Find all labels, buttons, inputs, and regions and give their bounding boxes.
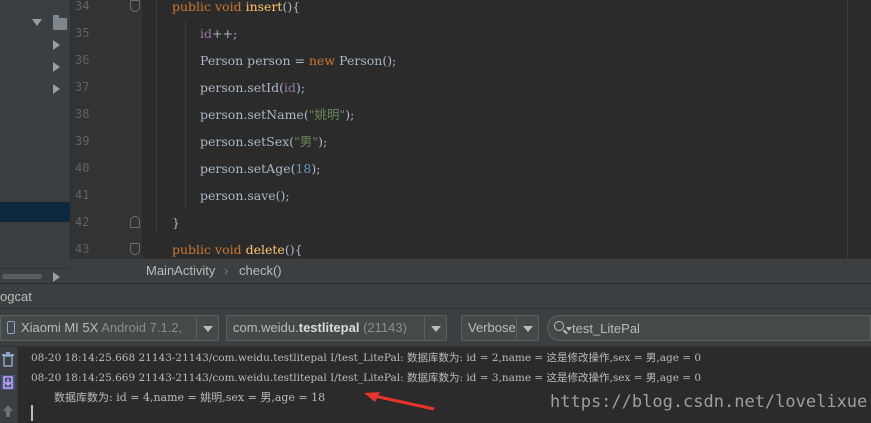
code-token: ); bbox=[311, 161, 321, 176]
code-token: new bbox=[308, 53, 340, 68]
code-token: } bbox=[172, 215, 180, 230]
code-line: person.setName("姚明"); bbox=[200, 101, 354, 128]
log-level-selector[interactable]: Verbose bbox=[461, 315, 539, 341]
collapse-triangle-icon[interactable] bbox=[53, 62, 60, 72]
device-detail: Android 7.1.2, bbox=[101, 320, 183, 335]
code-token: person.setAge( bbox=[200, 161, 296, 176]
chevron-down-icon[interactable] bbox=[424, 316, 446, 340]
code-token: person.setSex( bbox=[200, 134, 295, 149]
expand-triangle-icon[interactable] bbox=[32, 19, 42, 26]
line-number: 38 bbox=[75, 107, 90, 121]
text-cursor bbox=[31, 405, 33, 421]
annotation-arrow-icon bbox=[364, 392, 435, 411]
collapse-triangle-icon[interactable] bbox=[53, 84, 60, 94]
process-package-prefix: com.weidu. bbox=[233, 320, 299, 335]
code-token: ++; bbox=[212, 26, 238, 41]
clear-log-trash-icon[interactable] bbox=[1, 352, 15, 367]
code-fold-icon[interactable] bbox=[130, 216, 140, 228]
device-selector[interactable]: Xiaomi MI 5X Android 7.1.2, bbox=[0, 315, 219, 341]
line-number: 39 bbox=[75, 134, 90, 148]
line-number-gutter: 34 35 36 37 38 39 40 41 42 43 bbox=[70, 0, 142, 258]
process-package-name: testlitepal bbox=[298, 320, 360, 335]
code-token: "男" bbox=[294, 134, 319, 149]
process-pid: (21143) bbox=[363, 320, 407, 335]
indent-guide bbox=[185, 19, 186, 209]
code-line: Person person = new Person(); bbox=[200, 47, 396, 74]
code-token: Person person = bbox=[200, 53, 309, 68]
code-line: person.save(); bbox=[200, 182, 290, 209]
code-token: (){ bbox=[284, 242, 303, 257]
code-token: person.save(); bbox=[200, 188, 290, 203]
code-line: person.setSex("男"); bbox=[200, 128, 327, 155]
line-number: 34 bbox=[75, 0, 90, 13]
log-line-highlighted: 数据库数为: id = 4,name = 姚明,sex = 男,age = 18 bbox=[54, 391, 326, 404]
code-line: person.setId(id); bbox=[200, 74, 305, 101]
logcat-filter-bar: Xiaomi MI 5X Android 7.1.2, com.weidu.te… bbox=[0, 309, 871, 347]
up-arrow-icon[interactable] bbox=[1, 403, 15, 418]
code-token: person.setId( bbox=[200, 80, 284, 95]
log-search-box[interactable] bbox=[547, 315, 871, 341]
code-token: ); bbox=[345, 107, 355, 122]
code-token: person.setName( bbox=[200, 107, 309, 122]
code-line: person.setAge(18); bbox=[200, 155, 320, 182]
selected-tree-row[interactable] bbox=[0, 202, 70, 222]
log-level-value: Verbose bbox=[468, 320, 516, 335]
indent-guide bbox=[156, 0, 157, 234]
log-line: 08-20 18:14:25.669 21143-21143/com.weidu… bbox=[31, 372, 702, 384]
code-token: delete bbox=[245, 242, 285, 257]
line-number: 36 bbox=[75, 53, 90, 67]
code-token: id bbox=[200, 26, 212, 41]
breadcrumb: MainActivity › check() bbox=[70, 258, 871, 283]
code-token: public void bbox=[172, 242, 246, 257]
phone-icon bbox=[7, 321, 15, 334]
chevron-down-icon[interactable] bbox=[516, 316, 538, 340]
code-token: ); bbox=[296, 80, 306, 95]
line-number: 35 bbox=[75, 26, 90, 40]
line-number: 40 bbox=[75, 161, 90, 175]
code-line: public void insert(){ bbox=[172, 0, 300, 20]
line-number: 37 bbox=[75, 80, 90, 94]
line-number: 41 bbox=[75, 188, 90, 202]
code-token: insert bbox=[245, 0, 283, 14]
code-token: id bbox=[284, 80, 296, 95]
breadcrumb-class[interactable]: MainActivity bbox=[146, 263, 215, 278]
search-icon[interactable] bbox=[554, 321, 564, 331]
log-search-input[interactable] bbox=[572, 319, 862, 337]
log-line: 08-20 18:14:25.668 21143-21143/com.weidu… bbox=[31, 352, 702, 364]
code-line: id++; bbox=[200, 20, 237, 47]
scroll-to-end-icon[interactable] bbox=[1, 375, 15, 390]
folder-icon bbox=[53, 15, 67, 30]
right-margin-guide bbox=[847, 0, 848, 258]
code-token: Person(); bbox=[339, 53, 397, 68]
line-number: 42 bbox=[75, 215, 90, 229]
code-fold-icon[interactable] bbox=[130, 243, 140, 255]
watermark: https://blog.csdn.net/lovelixue bbox=[550, 392, 868, 412]
process-selector[interactable]: com.weidu.testlitepal (21143) bbox=[226, 315, 447, 341]
code-token: ); bbox=[318, 134, 328, 149]
device-name: Xiaomi MI 5X bbox=[21, 320, 99, 335]
code-line: public void delete(){ bbox=[172, 236, 303, 258]
logcat-title: ogcat bbox=[0, 289, 32, 304]
chevron-down-icon[interactable] bbox=[196, 316, 218, 340]
breadcrumb-separator-icon: › bbox=[224, 263, 229, 278]
logcat-title-bar: ogcat bbox=[0, 283, 871, 309]
breadcrumb-method[interactable]: check() bbox=[239, 263, 282, 278]
project-tree-panel bbox=[0, 0, 70, 283]
collapse-triangle-icon[interactable] bbox=[53, 40, 60, 50]
tree-horizontal-scrollbar[interactable] bbox=[0, 268, 70, 283]
code-fold-icon[interactable] bbox=[130, 0, 140, 12]
scroll-right-icon[interactable] bbox=[53, 272, 60, 282]
code-editor[interactable]: public void insert(){id++; Person person … bbox=[142, 0, 871, 258]
logcat-toolbar bbox=[0, 347, 18, 423]
code-line: } bbox=[172, 209, 180, 236]
code-token: "姚明" bbox=[308, 107, 346, 122]
code-token: (){ bbox=[282, 0, 301, 14]
scrollbar-thumb[interactable] bbox=[2, 274, 42, 279]
code-token: 18 bbox=[295, 161, 312, 176]
code-token: public void bbox=[172, 0, 246, 14]
